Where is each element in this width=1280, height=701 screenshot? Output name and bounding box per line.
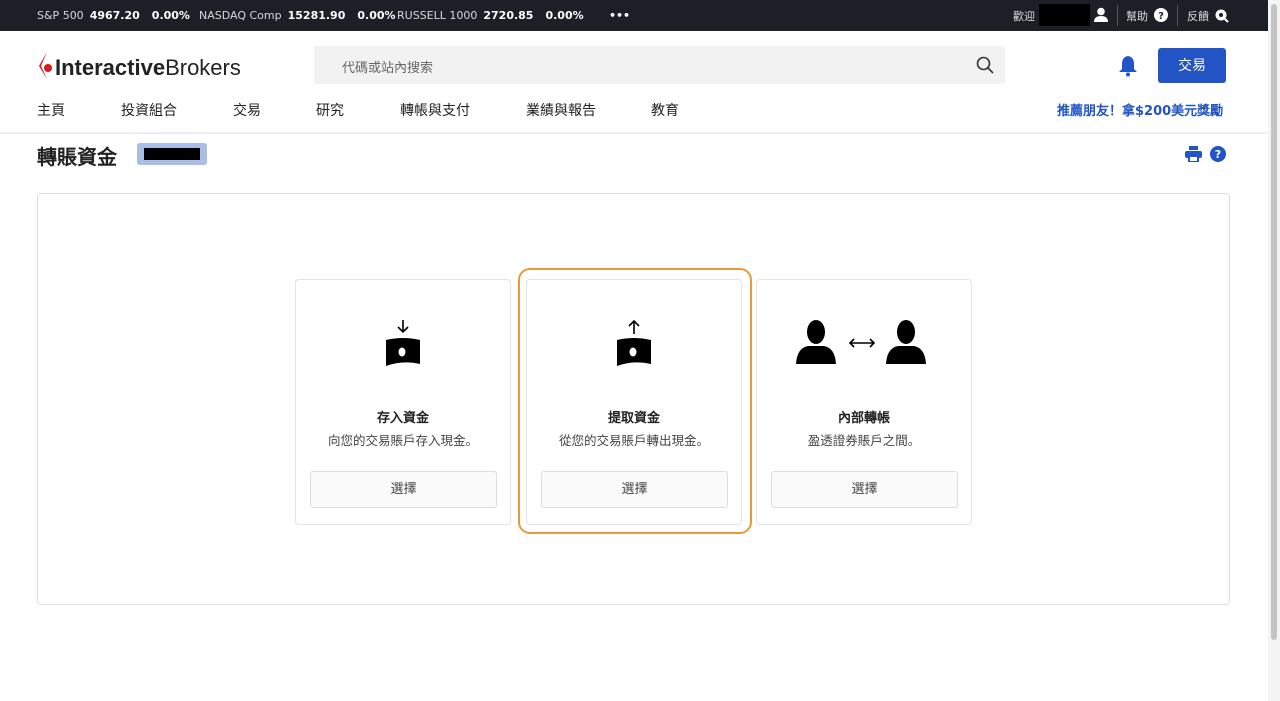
header-divider	[0, 132, 1268, 134]
account-selector[interactable]	[137, 143, 207, 165]
nav-transfer-pay[interactable]: 轉帳與支付	[400, 100, 470, 120]
print-icon[interactable]	[1185, 146, 1202, 162]
account-redacted	[144, 148, 200, 160]
user-icon[interactable]	[1094, 7, 1108, 22]
ticker-change: 0.00%	[357, 9, 396, 22]
page-title: 轉賬資金	[37, 145, 117, 169]
ticker-sp500[interactable]: S&P 500 4967.20 0.00%	[37, 9, 196, 22]
search-icon[interactable]	[976, 56, 994, 74]
referral-promo-link[interactable]: 推薦朋友！拿$200美元獎勵	[1057, 100, 1223, 119]
ticker-change: 0.00%	[545, 9, 584, 22]
help-icon[interactable]: ?	[1154, 8, 1168, 22]
search-input[interactable]: 代碼或站內搜索	[314, 46, 1005, 84]
card-title: 存入資金	[376, 411, 429, 426]
internal-transfer-select-button[interactable]: 選擇	[771, 471, 958, 508]
ticker-name: S&P 500	[37, 9, 84, 22]
page-scrollbar[interactable]	[1268, 0, 1280, 701]
feedback-icon[interactable]	[1215, 9, 1229, 23]
ticker-value: 4967.20	[89, 9, 140, 22]
card-title: 內部轉帳	[837, 411, 890, 426]
more-tickers-button[interactable]: •••	[609, 9, 630, 22]
logo-text-bold: Interactive	[55, 55, 166, 80]
internal-transfer-card[interactable]: 內部轉帳 盈透證券賬戶之間。 選擇	[756, 279, 972, 525]
ticker-value: 2720.85	[483, 9, 534, 22]
ib-logo[interactable]: InteractiveBrokers	[37, 52, 241, 81]
ticker-value: 15281.90	[287, 9, 346, 22]
username-redacted	[1039, 4, 1090, 26]
nav-trade[interactable]: 交易	[233, 100, 261, 120]
internal-transfer-icon	[796, 320, 926, 364]
welcome-label: 歡迎	[1013, 10, 1035, 23]
deposit-card[interactable]: 存入資金 向您的交易賬戶存入現金。 選擇	[295, 279, 511, 525]
deposit-icon	[386, 320, 420, 366]
ticker-russell[interactable]: RUSSELL 1000 2720.85 0.00%	[397, 9, 590, 22]
help-circle-icon[interactable]: ?	[1210, 146, 1226, 162]
svg-text:?: ?	[1158, 11, 1164, 22]
ticker-name: RUSSELL 1000	[397, 9, 478, 22]
feedback-link[interactable]: 反饋	[1187, 8, 1209, 24]
search-placeholder: 代碼或站內搜索	[342, 61, 434, 76]
ticker-name: NASDAQ Comp	[199, 9, 282, 22]
card-description: 盈透證券賬戶之間。	[807, 433, 921, 448]
scrollbar-thumb[interactable]	[1271, 4, 1277, 640]
nav-performance-reports[interactable]: 業績與報告	[526, 100, 596, 120]
nav-portfolio[interactable]: 投資組合	[121, 100, 177, 120]
selected-card-highlight	[518, 268, 752, 534]
notifications-bell-icon[interactable]	[1118, 55, 1138, 77]
deposit-select-button[interactable]: 選擇	[310, 471, 497, 508]
ticker-nasdaq[interactable]: NASDAQ Comp 15281.90 0.00%	[199, 9, 402, 22]
trade-button[interactable]: 交易	[1158, 48, 1226, 83]
nav-education[interactable]: 教育	[651, 100, 679, 120]
ticker-change: 0.00%	[151, 9, 190, 22]
help-link[interactable]: 幫助	[1126, 8, 1148, 24]
svg-text:?: ?	[1215, 148, 1221, 161]
ib-logo-mark-icon	[39, 52, 52, 79]
nav-home[interactable]: 主頁	[37, 100, 65, 120]
logo-text: Brokers	[165, 55, 241, 80]
market-ticker-bar: S&P 500 4967.20 0.00% NASDAQ Comp 15281.90 0…	[0, 0, 1268, 31]
nav-research[interactable]: 研究	[316, 100, 344, 120]
card-description: 向您的交易賬戶存入現金。	[327, 433, 478, 448]
